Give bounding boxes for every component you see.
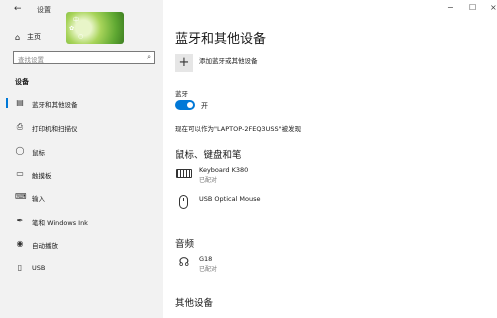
device-name: G18 xyxy=(199,255,213,263)
home-icon: ⌂ xyxy=(15,32,21,42)
sidebar-item-label: 输入 xyxy=(32,195,45,203)
selected-indicator xyxy=(6,98,8,108)
home-label: 主页 xyxy=(27,33,41,41)
bluetooth-label: 蓝牙 xyxy=(175,90,188,98)
device-status: 已配对 xyxy=(199,177,218,184)
discoverable-status: 现在可以作为"LAPTOP-2FEQ3USS"被发现 xyxy=(175,125,302,133)
group-title-mouse-keyboard-pen: 鼠标、键盘和笔 xyxy=(175,150,242,161)
minimize-button[interactable]: − xyxy=(447,3,454,12)
device-name: USB Optical Mouse xyxy=(199,195,261,203)
group-title-audio: 音频 xyxy=(175,239,195,250)
sidebar-item-label: 笔和 Windows Ink xyxy=(32,219,88,227)
sidebar-item-bluetooth[interactable]: ▤ 蓝牙和其他设备 xyxy=(0,95,163,111)
sidebar-item-mouse[interactable]: ◯ 鼠标 xyxy=(0,143,163,159)
bluetooth-toggle-state: 开 xyxy=(201,102,208,110)
sidebar-item-label: USB xyxy=(32,264,46,272)
bluetooth-toggle[interactable] xyxy=(175,100,195,110)
window-title: 设置 xyxy=(37,6,51,14)
section-title-devices: 设备 xyxy=(15,78,29,86)
user-avatar: 中 ✿ ○ xyxy=(66,12,124,44)
sidebar-item-label: 自动播放 xyxy=(32,242,58,250)
avatar-decor-char: 中 xyxy=(73,17,80,24)
search-box[interactable]: 查找设置 ⌕ xyxy=(13,51,155,64)
mouse-icon: ◯ xyxy=(15,146,25,155)
close-button[interactable]: × xyxy=(490,3,497,12)
mouse-icon xyxy=(179,195,188,209)
bluetooth-devices-icon: ▤ xyxy=(16,98,24,107)
sidebar-item-typing[interactable]: ⌨ 输入 xyxy=(0,189,163,205)
sidebar: ← 设置 中 ✿ ○ ⌂ 主页 查找设置 ⌕ 设备 ▤ 蓝牙和其他设备 ⎙ 打印… xyxy=(0,0,163,318)
avatar-decor-circle: ○ xyxy=(78,33,84,40)
add-device-label[interactable]: 添加蓝牙或其他设备 xyxy=(199,55,258,65)
sidebar-item-label: 鼠标 xyxy=(32,149,45,157)
printer-icon: ⎙ xyxy=(16,122,24,131)
keyboard-icon xyxy=(176,169,192,178)
headset-icon: ☊ xyxy=(178,255,190,269)
add-device-button[interactable]: + xyxy=(175,54,193,72)
sidebar-item-label: 打印机和扫描仪 xyxy=(32,125,78,133)
main-content: − ☐ × 蓝牙和其他设备 + 添加蓝牙或其他设备 蓝牙 开 现在可以作为"LA… xyxy=(163,0,497,318)
group-title-other-devices: 其他设备 xyxy=(175,298,214,309)
home-nav-item[interactable]: ⌂ 主页 xyxy=(15,32,41,42)
device-usb-optical-mouse[interactable]: USB Optical Mouse xyxy=(175,195,375,213)
usb-icon: ▯ xyxy=(17,263,23,272)
pen-icon: ✒ xyxy=(16,216,24,225)
search-icon[interactable]: ⌕ xyxy=(147,53,151,62)
keyboard-icon: ⌨ xyxy=(15,192,27,201)
page-title: 蓝牙和其他设备 xyxy=(175,32,267,47)
device-status: 已配对 xyxy=(199,266,218,273)
sidebar-item-label: 蓝牙和其他设备 xyxy=(32,101,78,109)
back-arrow-icon[interactable]: ← xyxy=(14,4,22,14)
sidebar-item-pen[interactable]: ✒ 笔和 Windows Ink xyxy=(0,213,163,229)
device-keyboard-k380[interactable]: Keyboard K380 已配对 xyxy=(175,166,375,184)
sidebar-item-touchpad[interactable]: ▭ 触摸板 xyxy=(0,166,163,182)
maximize-button[interactable]: ☐ xyxy=(469,3,476,12)
sidebar-item-usb[interactable]: ▯ USB xyxy=(0,260,163,276)
toggle-knob xyxy=(187,102,193,108)
search-input-placeholder[interactable]: 查找设置 xyxy=(18,54,44,64)
sidebar-item-label: 触摸板 xyxy=(32,172,52,180)
autoplay-icon: ◉ xyxy=(16,239,24,248)
sidebar-item-autoplay[interactable]: ◉ 自动播放 xyxy=(0,236,163,252)
sidebar-item-printers[interactable]: ⎙ 打印机和扫描仪 xyxy=(0,119,163,135)
device-g18[interactable]: ☊ G18 已配对 xyxy=(175,255,375,273)
avatar-decor-flower: ✿ xyxy=(69,25,75,32)
device-name: Keyboard K380 xyxy=(199,166,249,174)
touchpad-icon: ▭ xyxy=(16,169,24,178)
